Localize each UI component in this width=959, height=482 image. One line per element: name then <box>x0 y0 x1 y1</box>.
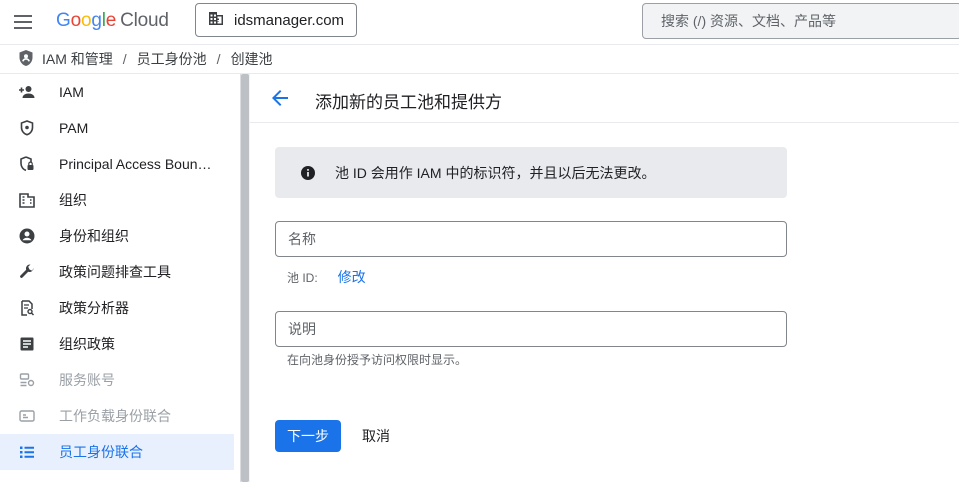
person-add-icon <box>18 83 36 101</box>
sidebar-item-label: 政策分析器 <box>59 300 129 316</box>
top-bar: Google Cloud idsmanager.com <box>0 0 959 44</box>
sidebar-item-label: 员工身份联合 <box>59 444 143 460</box>
pool-id-label: 池 ID: <box>287 270 318 285</box>
breadcrumb-item-iam[interactable]: IAM 和管理 <box>42 49 113 69</box>
sidebar-item-label: 政策问题排查工具 <box>59 264 171 280</box>
id-card-icon <box>18 407 36 425</box>
sidebar-item-label: PAM <box>59 120 89 136</box>
sidebar-item-label: IAM <box>59 84 84 100</box>
search-box[interactable] <box>642 3 959 39</box>
sidebar-item-identity-and-organization[interactable]: 身份和组织 <box>0 218 234 254</box>
wrench-icon <box>18 263 36 281</box>
service-account-icon <box>18 371 36 389</box>
next-button[interactable]: 下一步 <box>275 420 341 452</box>
breadcrumb-item-workforce-pools[interactable]: 员工身份池 <box>137 49 207 69</box>
description-input[interactable] <box>288 321 768 337</box>
sidebar-scrollbar-thumb[interactable] <box>241 74 249 482</box>
sidebar-item-label: Principal Access Boun… <box>59 156 212 172</box>
sidebar-item-label: 组织 <box>59 192 87 208</box>
sidebar-item-workload-identity-federation: 工作负载身份联合 <box>0 398 234 434</box>
cancel-button[interactable]: 取消 <box>350 420 402 452</box>
menu-icon[interactable] <box>12 11 34 33</box>
breadcrumb-item-create-pool: 创建池 <box>230 51 273 67</box>
sidebar-item-label: 服务账号 <box>59 372 115 388</box>
description-field[interactable] <box>275 311 787 347</box>
project-picker-button[interactable]: idsmanager.com <box>195 3 357 37</box>
shield-lock-icon <box>18 155 36 173</box>
project-name: idsmanager.com <box>234 11 345 29</box>
description-helper-text: 在向池身份授予访问权限时显示。 <box>287 353 468 367</box>
sidebar-item-principal-access-boundary[interactable]: Principal Access Boun… <box>0 146 234 182</box>
shield-icon <box>18 119 36 137</box>
building-icon <box>208 10 224 31</box>
sidebar-item-service-accounts: 服务账号 <box>0 362 234 398</box>
name-field[interactable] <box>275 221 787 257</box>
building-icon <box>18 191 36 209</box>
info-banner: 池 ID 会用作 IAM 中的标识符，并且以后无法更改。 <box>275 147 787 198</box>
pool-id-edit-link[interactable]: 修改 <box>338 267 366 287</box>
info-icon <box>301 165 315 180</box>
sidebar-item-policy-analyzer[interactable]: 政策分析器 <box>0 290 234 326</box>
article-icon <box>18 335 36 353</box>
sidebar-item-pam[interactable]: PAM <box>0 110 234 146</box>
sidebar-item-workforce-identity-federation[interactable]: 员工身份联合 <box>0 434 234 470</box>
sidebar-item-organization[interactable]: 组织 <box>0 182 234 218</box>
name-input[interactable] <box>288 231 768 247</box>
sidebar-item-org-policies[interactable]: 组织政策 <box>0 326 234 362</box>
page-header: 添加新的员工池和提供方 <box>250 74 959 123</box>
sidebar-item-label: 身份和组织 <box>59 228 129 244</box>
info-text: 池 ID 会用作 IAM 中的标识符，并且以后无法更改。 <box>335 164 656 181</box>
document-search-icon <box>18 299 36 317</box>
search-input[interactable] <box>661 13 941 29</box>
breadcrumb-separator: / <box>216 51 221 67</box>
sidebar: IAM PAM Principal Access Boun… 组织 身份和组织 … <box>0 74 240 482</box>
page-title: 添加新的员工池和提供方 <box>315 93 502 112</box>
sidebar-item-label: 工作负载身份联合 <box>59 408 171 424</box>
breadcrumb: IAM 和管理 / 员工身份池 / 创建池 <box>0 44 959 74</box>
main-content: 添加新的员工池和提供方 池 ID 会用作 IAM 中的标识符，并且以后无法更改。… <box>250 74 959 482</box>
sidebar-item-policy-troubleshooter[interactable]: 政策问题排查工具 <box>0 254 234 290</box>
account-circle-icon <box>18 227 36 245</box>
sidebar-item-iam[interactable]: IAM <box>0 74 234 110</box>
list-icon <box>18 443 36 461</box>
shield-icon <box>18 49 34 70</box>
breadcrumb-separator: / <box>122 51 127 67</box>
google-cloud-logo[interactable]: Google Cloud <box>56 10 169 32</box>
pool-id-row: 池 ID: 修改 <box>287 267 366 287</box>
back-arrow-icon[interactable] <box>268 86 292 110</box>
sidebar-item-label: 组织政策 <box>59 336 115 352</box>
